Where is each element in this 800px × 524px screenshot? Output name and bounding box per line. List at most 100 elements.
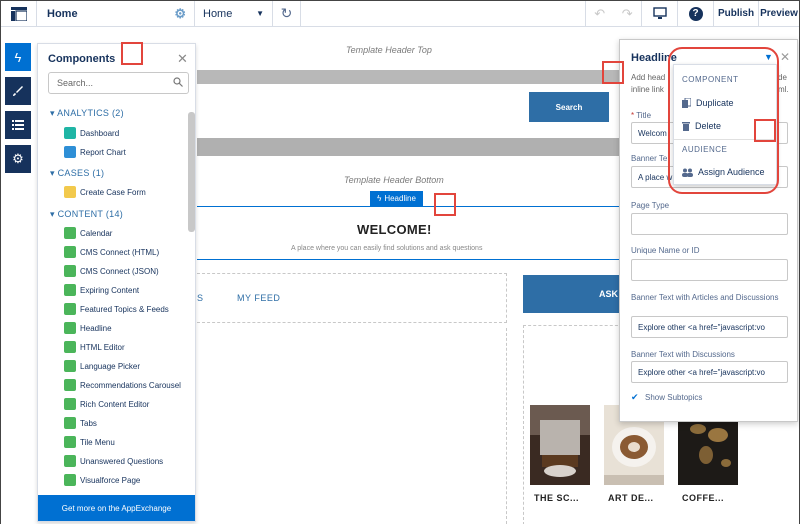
template-header-top-label: Template Header Top [346,45,432,55]
components-panel: Components ✕ Search... ▾ ANALYTICS (2) D… [37,43,196,522]
refresh-icon[interactable]: ↻ [273,0,301,27]
annotation-marker [602,61,624,84]
device-preview-icon[interactable] [642,0,678,27]
annotation-marker [434,193,456,216]
close-icon[interactable]: ✕ [177,51,188,67]
category-cases[interactable]: ▾ CASES (1) [50,168,104,179]
category-content[interactable]: ▾ CONTENT (14) [50,209,123,220]
topic-card-image [530,405,590,485]
component-item[interactable]: Visualforce Page [64,474,140,486]
show-subtopics-checkbox[interactable]: ✔ Show Subtopics [631,392,703,403]
language-picker-icon [64,360,76,372]
component-item[interactable]: Calendar [64,227,112,239]
component-label: Report Chart [80,147,126,157]
page-type-label: Page Type [631,201,670,210]
property-description-right: de ml. [778,72,789,96]
component-label: Tile Menu [80,437,115,447]
components-tab[interactable]: ϟ [5,43,31,71]
discussions-banner-field[interactable]: Explore other <a href="javascript:vo [631,361,788,383]
component-item[interactable]: Expiring Content [64,284,139,296]
list-icon [12,120,24,130]
help-button[interactable]: ? [678,0,714,27]
unique-name-field[interactable] [631,259,788,281]
articles-banner-label: Banner Text with Articles and Discussion… [631,293,779,302]
topic-card[interactable]: ART DE... [604,405,664,524]
calendar-icon [64,227,76,239]
component-label: Language Picker [80,361,141,371]
app-launcher-icon[interactable] [1,0,37,27]
component-item[interactable]: Headline [64,322,112,334]
publish-button[interactable]: Publish [714,0,759,27]
component-item[interactable]: Unanswered Questions [64,455,163,467]
component-item[interactable]: Language Picker [64,360,140,372]
component-item[interactable]: CMS Connect (JSON) [64,265,159,277]
header-placeholder-band [197,70,619,84]
recommendations-icon [64,379,76,391]
search-button[interactable]: Search [529,92,609,122]
component-item[interactable]: Tabs [64,417,97,429]
category-analytics[interactable]: ▾ ANALYTICS (2) [50,108,124,119]
topic-card[interactable]: COFFE... [678,405,738,524]
component-item[interactable]: CMS Connect (HTML) [64,246,159,258]
page-select[interactable]: Home ▼ [195,0,273,27]
gear-icon: ⚙ [12,151,24,166]
search-icon [173,77,183,87]
appexchange-link[interactable]: Get more on the AppExchange [38,495,195,521]
page-select-value: Home [203,7,233,20]
component-item[interactable]: HTML Editor [64,341,125,353]
welcome-subtitle: A place where you can easily find soluti… [291,245,483,252]
component-label: HTML Editor [80,342,125,352]
close-icon[interactable]: ✕ [780,50,790,64]
checkbox-label: Show Subtopics [645,393,703,402]
component-label: Rich Content Editor [80,399,150,409]
settings-tab[interactable]: ⚙ [5,145,31,173]
description-line: de [778,73,787,82]
component-item[interactable]: Create Case Form [64,186,146,198]
template-header-bottom-label: Template Header Bottom [344,175,444,185]
ask-question-button[interactable]: ASK [523,275,623,313]
title-field-label: * Title [631,110,651,121]
page-structure-tab[interactable] [5,111,31,139]
component-item[interactable]: Tile Menu [64,436,115,448]
component-label: Create Case Form [80,187,146,197]
preview-button[interactable]: Preview [759,1,799,27]
unique-name-label: Unique Name or ID [631,246,700,255]
component-item[interactable]: Featured Topics & Feeds [64,303,169,315]
category-label: CASES (1) [57,168,105,178]
report-chart-icon [64,146,76,158]
undo-icon[interactable]: ↶ [594,6,605,22]
welcome-title: WELCOME! [357,222,432,237]
lightning-icon: ϟ [377,194,382,203]
tab-my-feed[interactable]: MY FEED [237,293,280,303]
redo-icon[interactable]: ↷ [622,6,633,22]
component-label: Calendar [80,228,113,238]
expiring-content-icon [64,284,76,296]
topic-card[interactable]: THE SC... [530,405,590,524]
components-search-input[interactable]: Search... [48,72,189,94]
headline-component-tag[interactable]: ϟ Headline [370,191,423,206]
chevron-down-icon: ▼ [256,9,264,18]
feed-region [197,328,507,524]
components-scrollbar[interactable] [188,112,195,232]
toolbar-spacer [301,0,586,27]
component-item[interactable]: Dashboard [64,127,119,139]
component-item[interactable]: Recommendations Carousel [64,379,181,391]
tab-partial[interactable]: S [197,293,203,303]
checkmark-icon: ✔ [631,392,639,402]
page-type-field[interactable] [631,213,788,235]
case-form-icon [64,186,76,198]
articles-banner-field[interactable]: Explore other <a href="javascript:vo [631,316,788,338]
tile-menu-icon [64,436,76,448]
component-label: Expiring Content [80,285,140,295]
component-item[interactable]: Report Chart [64,146,126,158]
page-settings-gear-icon[interactable]: ⚙ [174,6,186,22]
headline-icon [64,322,76,334]
visualforce-icon [64,474,76,486]
component-label: Featured Topics & Feeds [80,304,169,314]
brush-icon [13,86,23,96]
component-label: Dashboard [80,128,120,138]
search-region: Search [197,92,619,122]
component-item[interactable]: Rich Content Editor [64,398,149,410]
dashboard-icon [64,127,76,139]
theme-tab[interactable] [5,77,31,105]
